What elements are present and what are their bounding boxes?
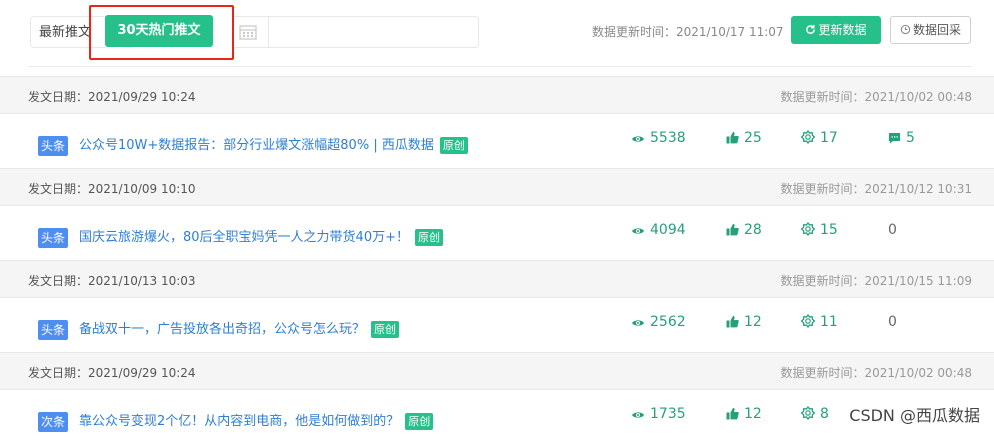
article-update-time: 数据更新时间：2021/10/12 10:31 xyxy=(780,182,972,196)
article-title: 靠公众号变现2个亿！从内容到电商，他是如何做到的？ xyxy=(79,414,400,429)
publish-date: 发文日期：2021/09/29 10:24 xyxy=(28,90,196,104)
article-update-time: 数据更新时间：2021/10/15 11:09 xyxy=(780,274,972,288)
date-picker-divider xyxy=(268,17,269,47)
look-count: 11 xyxy=(800,312,838,332)
look-count-value: 17 xyxy=(820,130,838,146)
article-date-header: 发文日期：2021/09/29 10:24 数据更新时间：2021/10/02 0… xyxy=(0,352,994,390)
publish-date: 发文日期：2021/09/29 10:24 xyxy=(28,366,196,380)
data-backfill-label: 数据回采 xyxy=(912,23,961,37)
like-count-value: 12 xyxy=(744,406,762,422)
like-count: 12 xyxy=(726,312,762,332)
data-update-time: 数据更新时间：2021/10/17 11:07 xyxy=(592,25,784,39)
look-count-value: 8 xyxy=(820,406,829,422)
toolbar: 最新推文 30天热门推文 数据更新时间：2021/10/17 11:07 更新数… xyxy=(0,0,994,66)
article-date-header: 发文日期：2021/09/29 10:24 数据更新时间：2021/10/02 0… xyxy=(0,76,994,114)
red-highlight-box xyxy=(89,5,234,60)
original-badge: 原创 xyxy=(439,137,468,154)
article-update-time: 数据更新时间：2021/10/02 00:48 xyxy=(780,90,972,104)
wow-look-icon xyxy=(800,221,816,237)
original-badge: 原创 xyxy=(371,321,400,338)
read-count: 2562 xyxy=(631,312,686,332)
eye-icon xyxy=(632,320,644,326)
publish-date: 发文日期：2021/10/09 10:10 xyxy=(28,182,196,196)
comment-count-value: 5 xyxy=(906,130,915,146)
wow-look-icon xyxy=(800,313,816,329)
read-count: 1735 xyxy=(631,404,686,424)
comment-icon xyxy=(889,133,900,144)
look-count: 15 xyxy=(800,220,838,240)
read-count: 5538 xyxy=(631,128,686,148)
article-title-link[interactable]: 备战双十一，广告投放各出奇招，公众号怎么玩？ 原创 xyxy=(79,320,400,340)
position-tag: 头条 xyxy=(38,320,69,340)
refresh-icon xyxy=(806,24,816,34)
like-count-value: 28 xyxy=(744,222,762,238)
article-date-header: 发文日期：2021/10/13 10:03 数据更新时间：2021/10/15 1… xyxy=(0,260,994,298)
publish-date: 发文日期：2021/10/13 10:03 xyxy=(28,274,196,288)
look-count: 8 xyxy=(800,404,829,424)
article-row: 头条 国庆云旅游爆火，80后全职宝妈凭一人之力带货40万+！ 原创 4094 28 15 0 xyxy=(0,206,994,260)
history-icon xyxy=(900,24,911,35)
date-picker[interactable] xyxy=(234,16,479,48)
update-data-label: 更新数据 xyxy=(818,23,867,37)
position-tag: 次条 xyxy=(38,412,69,432)
comment-count: 5 xyxy=(888,128,915,148)
thumbs-up-icon xyxy=(726,132,739,144)
thumbs-up-icon xyxy=(726,224,739,236)
wow-look-icon xyxy=(800,129,816,145)
read-count-value: 2562 xyxy=(650,314,686,330)
comment-count-value: 0 xyxy=(888,314,897,330)
look-count: 17 xyxy=(800,128,838,148)
article-date-header: 发文日期：2021/10/09 10:10 数据更新时间：2021/10/12 1… xyxy=(0,168,994,206)
article-title-link[interactable]: 国庆云旅游爆火，80后全职宝妈凭一人之力带货40万+！ 原创 xyxy=(79,228,443,248)
original-badge: 原创 xyxy=(405,413,434,430)
read-count-value: 5538 xyxy=(650,130,686,146)
read-count-value: 4094 xyxy=(650,222,686,238)
like-count: 12 xyxy=(726,404,762,424)
original-badge: 原创 xyxy=(414,229,443,246)
like-count-value: 12 xyxy=(744,314,762,330)
data-backfill-button[interactable]: 数据回采 xyxy=(890,16,971,44)
look-count-value: 11 xyxy=(820,314,838,330)
read-count: 4094 xyxy=(631,220,686,240)
article-title-link[interactable]: 靠公众号变现2个亿！从内容到电商，他是如何做到的？ 原创 xyxy=(79,412,434,432)
article-title: 国庆云旅游爆火，80后全职宝妈凭一人之力带货40万+！ xyxy=(79,230,409,245)
eye-icon xyxy=(632,136,644,142)
comment-count: 0 xyxy=(888,312,897,332)
wow-look-icon xyxy=(800,405,816,421)
article-title: 公众号10W+数据报告：部分行业爆文涨幅超80% | 西瓜数据 xyxy=(79,138,434,153)
calendar-icon xyxy=(239,24,257,40)
watermark: CSDN @西瓜数据 xyxy=(849,406,980,425)
eye-icon xyxy=(632,412,644,418)
like-count: 25 xyxy=(726,128,762,148)
thumbs-up-icon xyxy=(726,316,739,328)
article-update-time: 数据更新时间：2021/10/02 00:48 xyxy=(780,366,972,380)
like-count-value: 25 xyxy=(744,130,762,146)
thumbs-up-icon xyxy=(726,408,739,420)
article-list: 发文日期：2021/09/29 10:24 数据更新时间：2021/10/02 0… xyxy=(0,76,994,444)
like-count: 28 xyxy=(726,220,762,240)
comment-count: 0 xyxy=(888,220,897,240)
divider xyxy=(28,66,972,67)
article-title-link[interactable]: 公众号10W+数据报告：部分行业爆文涨幅超80% | 西瓜数据 原创 xyxy=(79,136,468,156)
comment-count-value: 0 xyxy=(888,222,897,238)
position-tag: 头条 xyxy=(38,136,69,156)
read-count-value: 1735 xyxy=(650,406,686,422)
look-count-value: 15 xyxy=(820,222,838,238)
article-row: 头条 备战双十一，广告投放各出奇招，公众号怎么玩？ 原创 2562 12 11 0 xyxy=(0,298,994,352)
update-data-button[interactable]: 更新数据 xyxy=(791,16,881,44)
article-title: 备战双十一，广告投放各出奇招，公众号怎么玩？ xyxy=(79,322,366,337)
position-tag: 头条 xyxy=(38,228,69,248)
article-row: 头条 公众号10W+数据报告：部分行业爆文涨幅超80% | 西瓜数据 原创 5538 2… xyxy=(0,114,994,168)
eye-icon xyxy=(632,228,644,234)
